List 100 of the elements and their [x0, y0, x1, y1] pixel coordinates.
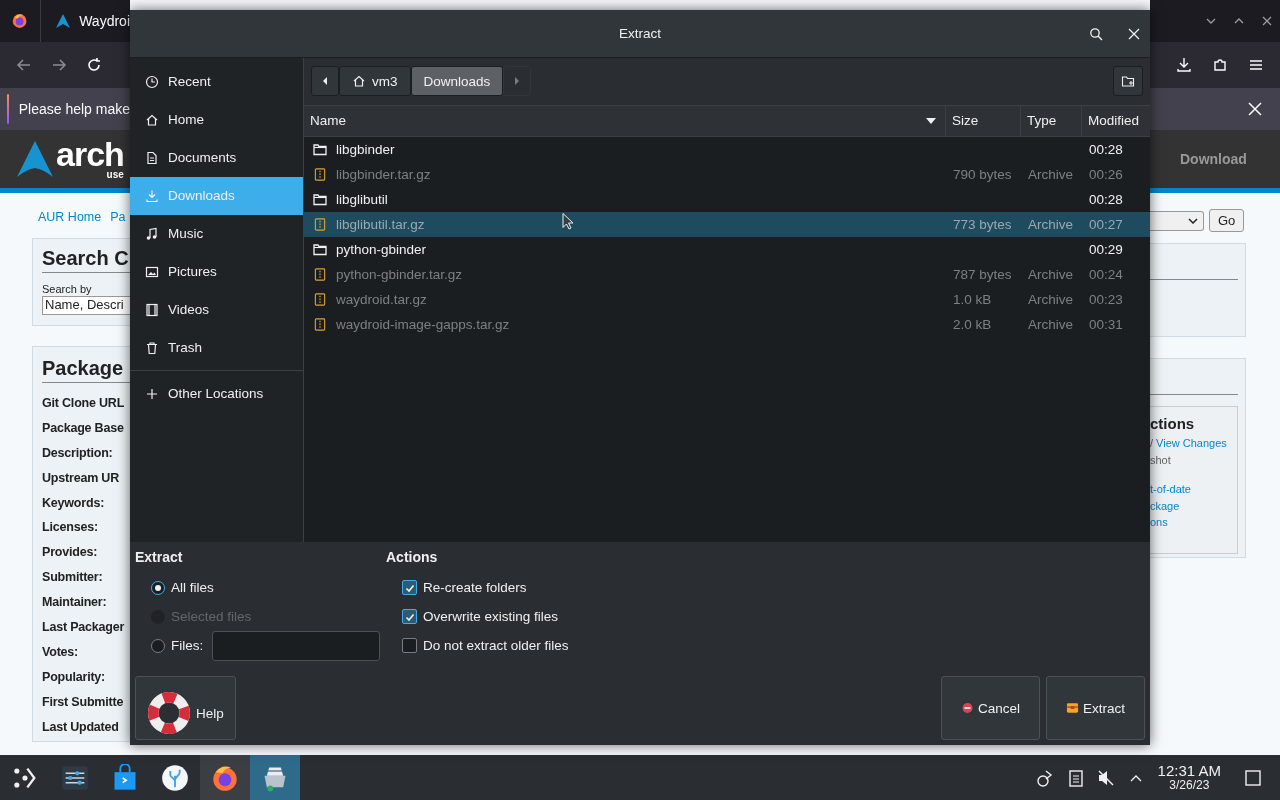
folder-plus-icon [1121, 74, 1135, 89]
search-by-select[interactable]: Name, Descri [42, 296, 130, 315]
column-header[interactable]: Name [304, 105, 946, 136]
go-button[interactable]: Go [1209, 209, 1245, 232]
caret-icon [1188, 217, 1198, 224]
radio-button[interactable] [151, 638, 165, 653]
pointer-icon [562, 212, 574, 231]
action-link[interactable]: View Changes [1156, 437, 1227, 454]
download-icon[interactable] [1176, 57, 1192, 73]
back-icon[interactable] [16, 57, 32, 73]
extract-button[interactable]: Extract [1046, 676, 1145, 740]
detail-label: Popularity: [42, 668, 107, 686]
file-row[interactable]: waydroid-image-gapps.tar.gz 2.0 kB Archive 00:31 [304, 311, 1150, 337]
file-modified: 00:28 [1089, 191, 1123, 207]
detail-label: Votes: [42, 643, 80, 661]
file-name: libgbinder.tar.gz [336, 166, 431, 182]
path-button[interactable]: Downloads [410, 66, 504, 97]
file-type: Archive [1028, 166, 1073, 182]
archive-icon [313, 167, 327, 181]
caret-left-icon [321, 76, 329, 87]
breadcrumb-link[interactable]: AUR Home [38, 210, 102, 224]
new-folder-button[interactable] [1113, 66, 1143, 97]
sliders-icon [61, 763, 89, 792]
file-modified: 00:23 [1089, 291, 1123, 307]
menu-icon[interactable] [1248, 57, 1264, 73]
file-row[interactable]: libgbinder 00:28 [304, 136, 1150, 162]
show-desktop-icon[interactable] [1243, 767, 1263, 788]
file-modified: 00:27 [1089, 216, 1123, 232]
radio-button[interactable] [151, 580, 165, 595]
file-row[interactable]: libgbinder.tar.gz 790 bytes Archive 00:26 [304, 161, 1150, 187]
sort-caret-icon [926, 117, 936, 124]
file-row[interactable]: python-gbinder 00:29 [304, 236, 1150, 262]
checkbox[interactable] [402, 638, 417, 653]
detail-label: Last Updated [42, 718, 120, 736]
detail-label: Licenses: [42, 519, 99, 537]
search-icon[interactable] [1089, 27, 1103, 41]
archive-icon [313, 317, 327, 331]
file-name: python-gbinder.tar.gz [336, 266, 463, 282]
firefox-icon[interactable] [11, 12, 29, 30]
videos-icon [145, 302, 159, 317]
file-row[interactable]: python-gbinder.tar.gz 787 bytes Archive 00:24 [304, 261, 1150, 287]
file-size: 790 bytes [953, 166, 1012, 182]
forward-icon[interactable] [51, 57, 67, 73]
file-name: libglibutil.tar.gz [336, 216, 425, 232]
action-link[interactable]: ons [1150, 516, 1168, 533]
breadcrumb-link[interactable]: Pa [110, 210, 126, 224]
place-item[interactable]: Videos [130, 290, 303, 329]
detail-label: Description: [42, 444, 114, 462]
column-header[interactable]: Modified [1082, 105, 1150, 136]
clock-date[interactable]: 3/26/23 [1169, 779, 1210, 792]
place-item[interactable]: Recent [130, 62, 303, 101]
action-link[interactable]: t-of-date [1150, 483, 1191, 500]
checkbox[interactable] [402, 609, 417, 624]
file-row[interactable]: libglibutil 00:28 [304, 186, 1150, 212]
place-item[interactable]: Home [130, 100, 303, 139]
folder-icon [313, 242, 327, 256]
folder-icon [313, 142, 327, 156]
file-modified: 00:29 [1089, 241, 1123, 257]
place-item[interactable]: Documents [130, 138, 303, 177]
file-size: 773 bytes [953, 216, 1012, 232]
file-size: 1.0 kB [953, 291, 992, 307]
cancel-button[interactable]: Cancel [941, 676, 1040, 740]
plus-icon [145, 386, 159, 401]
close-icon[interactable] [1261, 15, 1273, 27]
path-back-button[interactable] [311, 66, 339, 97]
browser-tab[interactable]: Waydroi [55, 13, 130, 29]
notification-text: Please help make [18, 101, 130, 117]
file-row[interactable]: libglibutil.tar.gz 773 bytes Archive 00:27 [304, 211, 1150, 237]
checkbox[interactable] [402, 580, 417, 595]
cancel-icon [961, 702, 974, 714]
clock-time[interactable]: 12:31 AM [1157, 763, 1221, 779]
option-label: All files [171, 580, 214, 595]
option-label: Files: [171, 638, 204, 653]
detail-label: Package Base [42, 419, 125, 437]
window-title: Extract [619, 25, 661, 41]
place-item[interactable]: Pictures [130, 252, 303, 291]
action-text: shot [1150, 453, 1171, 468]
file-name: libglibutil [336, 191, 388, 207]
file-type: Archive [1028, 316, 1073, 332]
column-header[interactable]: Size [946, 105, 1021, 136]
file-size: 787 bytes [953, 266, 1012, 282]
section-heading: Extract [135, 548, 184, 567]
archive-icon [313, 292, 327, 306]
select-field[interactable] [1150, 210, 1204, 231]
file-row[interactable]: waydroid.tar.gz 1.0 kB Archive 00:23 [304, 286, 1150, 312]
action-text: / [1150, 437, 1154, 451]
trash-icon [145, 340, 159, 355]
files-field[interactable] [212, 630, 381, 661]
reload-icon[interactable] [86, 57, 102, 73]
nav-link[interactable]: Download [1180, 151, 1247, 167]
documents-icon [145, 150, 159, 165]
detail-label: Upstream UR [42, 469, 120, 487]
column-header[interactable]: Type [1021, 105, 1082, 136]
action-link[interactable]: ckage [1150, 499, 1180, 516]
place-item[interactable]: Trash [130, 328, 303, 367]
path-button[interactable]: vm3 [339, 66, 411, 97]
place-item[interactable]: Music [130, 214, 303, 253]
place-item[interactable]: Other Locations [130, 374, 303, 413]
help-button[interactable]: Help [135, 676, 236, 740]
file-size: 2.0 kB [953, 316, 992, 332]
